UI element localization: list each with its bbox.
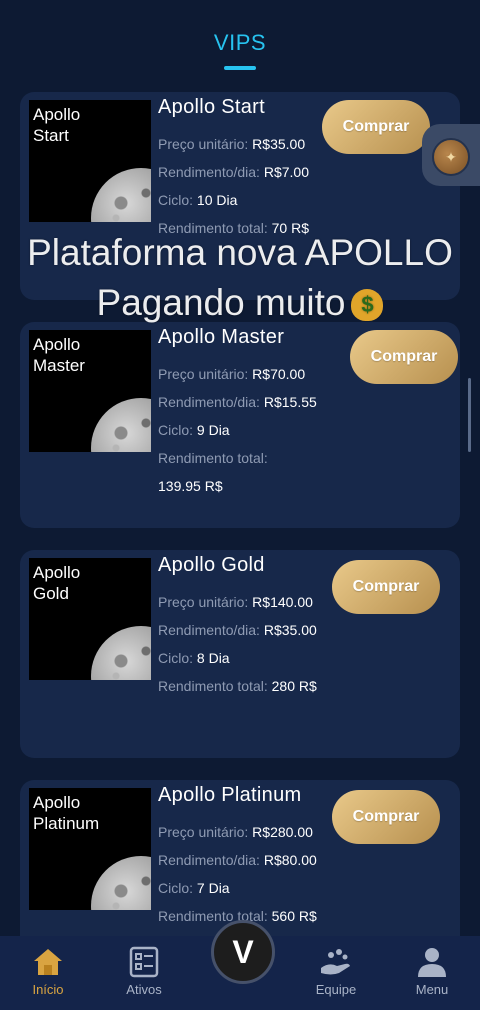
- total-value: 139.95 R$: [158, 478, 223, 494]
- overlay-line-1: Plataforma nova APOLLO: [27, 232, 453, 273]
- cycle-row: Ciclo: 8 Dia: [158, 650, 230, 666]
- moon-image: [91, 398, 151, 452]
- price-row: Preço unitário: R$280.00: [158, 824, 313, 840]
- buy-button[interactable]: Comprar: [332, 790, 440, 844]
- floating-support-button[interactable]: ✦: [422, 124, 480, 186]
- plan-thumbnail: Apollo Master: [29, 330, 151, 452]
- nav-label: Início: [32, 982, 64, 997]
- overlay-line-2: Pagando muito: [96, 282, 346, 323]
- center-logo-button[interactable]: V: [211, 920, 275, 984]
- plan-thumbnail: Apollo Platinum: [29, 788, 151, 910]
- cycle-row: Ciclo: 9 Dia: [158, 422, 230, 438]
- plan-thumbnail: Apollo Start: [29, 100, 151, 222]
- daily-row: Rendimento/dia: R$15.55: [158, 394, 317, 410]
- plan-card-master: Apollo Master Apollo Master Preço unitár…: [20, 322, 460, 528]
- price-row: Preço unitário: R$140.00: [158, 594, 313, 610]
- support-icon: ✦: [432, 138, 470, 176]
- plan-name: Apollo Start: [158, 96, 265, 118]
- moon-image: [91, 626, 151, 680]
- nav-item-inicio[interactable]: Início: [8, 936, 88, 1010]
- scrollbar[interactable]: [468, 378, 471, 452]
- buy-button[interactable]: Comprar: [322, 100, 430, 154]
- plan-name: Apollo Master: [158, 326, 285, 348]
- active-tab-indicator: [224, 66, 256, 70]
- home-icon: [34, 949, 62, 975]
- price-row: Preço unitário: R$70.00: [158, 366, 306, 382]
- list-icon: [129, 946, 159, 978]
- buy-button[interactable]: Comprar: [332, 560, 440, 614]
- plan-card-gold: Apollo Gold Apollo Gold Preço unitário: …: [20, 550, 460, 758]
- thumbnail-label: Apollo Gold: [33, 563, 81, 603]
- thumbnail-label: Apollo Start: [33, 105, 81, 145]
- page-header: VIPS: [0, 0, 480, 90]
- nav-item-equipe[interactable]: Equipe: [296, 936, 376, 1010]
- user-icon: [418, 948, 446, 977]
- cycle-row: Ciclo: 10 Dia: [158, 192, 238, 208]
- moon-image: [91, 856, 151, 910]
- nav-item-ativos[interactable]: Ativos: [104, 936, 184, 1010]
- nav-label: Menu: [415, 982, 449, 997]
- daily-row: Rendimento/dia: R$7.00: [158, 164, 309, 180]
- total-row: Rendimento total: 280 R$: [158, 678, 317, 694]
- money-bag-icon: $: [351, 289, 384, 322]
- daily-row: Rendimento/dia: R$35.00: [158, 622, 317, 638]
- total-label: Rendimento total:: [158, 450, 268, 466]
- plan-thumbnail: Apollo Gold: [29, 558, 151, 680]
- thumbnail-label: Apollo Platinum: [33, 793, 100, 833]
- plan-name: Apollo Platinum: [158, 784, 302, 806]
- plan-name: Apollo Gold: [158, 554, 265, 576]
- nav-item-menu[interactable]: Menu: [392, 936, 472, 1010]
- team-icon: [321, 949, 350, 975]
- cycle-row: Ciclo: 7 Dia: [158, 880, 230, 896]
- overlay-line-2-wrap: Pagando muito $: [0, 282, 480, 324]
- page-title[interactable]: VIPS: [0, 30, 480, 56]
- moon-image: [91, 168, 151, 222]
- nav-label: Equipe: [315, 982, 357, 997]
- daily-row: Rendimento/dia: R$80.00: [158, 852, 317, 868]
- thumbnail-label: Apollo Master: [33, 335, 85, 375]
- nav-label: Ativos: [126, 982, 162, 997]
- price-row: Preço unitário: R$35.00: [158, 136, 306, 152]
- buy-button[interactable]: Comprar: [350, 330, 458, 384]
